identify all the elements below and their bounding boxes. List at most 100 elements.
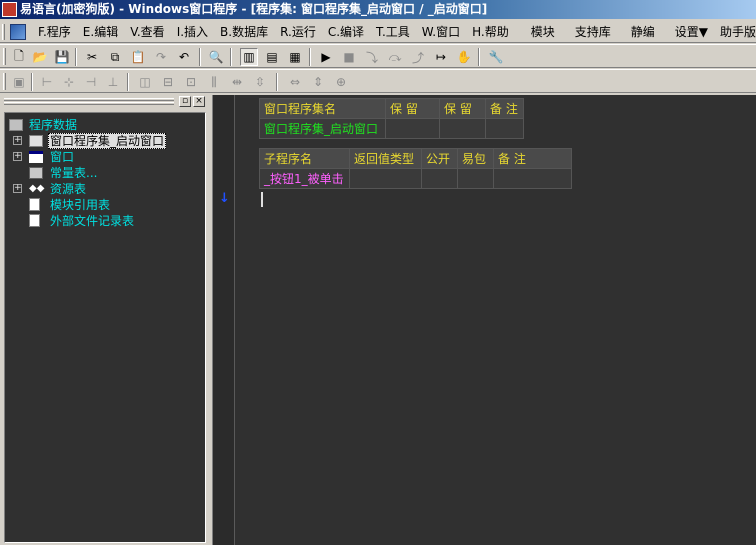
align-right-icon[interactable]: ⊣ xyxy=(82,73,100,91)
space-horizontal-icon[interactable]: ⫼ xyxy=(205,73,223,91)
toolbar-separator xyxy=(276,73,278,91)
program-data-icon xyxy=(9,119,23,131)
paste-icon[interactable]: 📋 xyxy=(129,48,147,66)
menu-view[interactable]: V.查看 xyxy=(124,21,170,42)
pane-drag-handle[interactable] xyxy=(4,102,174,105)
menu-bar: F.程序 E.编辑 V.查看 I.插入 B.数据库 R.运行 C.编译 T.工具… xyxy=(0,21,756,43)
layout-view-1-icon[interactable]: ▥ xyxy=(240,48,258,66)
tree-item-label: 外部文件记录表 xyxy=(50,214,135,228)
header-cell: 窗口程序集名 xyxy=(259,98,386,119)
align-center-icon[interactable]: ⊹ xyxy=(60,73,78,91)
undo-icon[interactable]: ↶ xyxy=(175,48,193,66)
pane-drag-handle[interactable] xyxy=(4,98,174,101)
public-cell[interactable] xyxy=(421,168,458,189)
reserved-cell[interactable] xyxy=(385,118,440,139)
pane-header: ▫ × xyxy=(0,95,208,109)
pane-close-icon[interactable]: × xyxy=(193,96,205,107)
toolbar-grip[interactable] xyxy=(3,48,6,65)
menu-database[interactable]: B.数据库 xyxy=(214,21,274,42)
pane-restore-icon[interactable]: ▫ xyxy=(179,96,191,107)
debug-tool-icon[interactable]: 🔧 xyxy=(487,48,505,66)
same-height-icon[interactable]: ⊟ xyxy=(159,73,177,91)
return-type-cell[interactable] xyxy=(349,168,422,189)
menu-items: F.程序 E.编辑 V.查看 I.插入 B.数据库 R.运行 C.编译 T.工具… xyxy=(32,21,756,42)
header-cell: 子程序名 xyxy=(259,148,350,169)
step-over-icon[interactable]: ⤼ xyxy=(386,48,404,66)
toolbar-grip[interactable] xyxy=(3,73,6,90)
subroutine-name-cell[interactable]: _按钮1_被单击 xyxy=(259,168,350,189)
reserved-cell[interactable] xyxy=(439,118,486,139)
resource-icon: ◆◆ xyxy=(29,183,45,194)
space-vertical-icon[interactable]: ⇳ xyxy=(251,73,269,91)
menu-compile[interactable]: C.编译 xyxy=(322,21,370,42)
run-to-cursor-icon[interactable]: ↦ xyxy=(432,48,450,66)
tree-item-label: 窗口程序集_启动窗口 xyxy=(48,133,167,149)
assembly-table-row[interactable]: 窗口程序集_启动窗口 xyxy=(259,118,524,139)
menu-edit[interactable]: E.编辑 xyxy=(77,21,124,42)
layout-view-2-icon[interactable]: ▤ xyxy=(263,48,281,66)
stop-icon[interactable]: ■ xyxy=(340,48,358,66)
menu-grip[interactable] xyxy=(2,24,5,40)
align-bottom-icon[interactable]: ⊥ xyxy=(104,73,122,91)
new-file-icon[interactable]: 🗋 xyxy=(10,48,28,66)
same-size-icon[interactable]: ⊡ xyxy=(182,73,200,91)
tree-item-label: 常量表... xyxy=(50,166,98,180)
center-both-icon[interactable]: ⊕ xyxy=(332,73,350,91)
editor-gutter[interactable] xyxy=(213,95,235,545)
expand-icon[interactable]: + xyxy=(13,152,22,161)
standard-toolbar: 🗋 📂 💾 ✂ ⧉ 📋 ↷ ↶ 🔍 ▥ ▤ ▦ ▶ ■ ⤵ ⤼ ⤴ ↦ ✋ 🔧 xyxy=(0,44,756,68)
step-out-icon[interactable]: ⤴ xyxy=(409,48,427,66)
menu-assistant[interactable]: 助手版 xyxy=(714,21,756,42)
menu-static-compile[interactable]: 静编 xyxy=(625,21,661,42)
run-icon[interactable]: ▶ xyxy=(317,48,335,66)
hand-icon[interactable]: ✋ xyxy=(455,48,473,66)
menu-insert[interactable]: I.插入 xyxy=(171,21,214,42)
center-horizontal-icon[interactable]: ⇔ xyxy=(286,73,304,91)
menu-settings[interactable]: 设置▼ xyxy=(669,21,714,42)
menu-support-lib[interactable]: 支持库 xyxy=(569,21,617,42)
constant-icon xyxy=(29,167,43,179)
remark-cell[interactable] xyxy=(485,118,524,139)
menu-program[interactable]: F.程序 xyxy=(32,21,77,42)
menu-tools[interactable]: T.工具 xyxy=(370,21,416,42)
space-horz-equal-icon[interactable]: ⇹ xyxy=(228,73,246,91)
cut-icon[interactable]: ✂ xyxy=(83,48,101,66)
external-file-icon xyxy=(29,214,40,227)
text-caret xyxy=(261,192,263,207)
open-folder-icon[interactable]: 📂 xyxy=(31,48,49,66)
copy-icon[interactable]: ⧉ xyxy=(106,48,124,66)
menu-module[interactable]: 模块 xyxy=(525,21,561,42)
header-cell: 返回值类型 xyxy=(349,148,422,169)
expand-icon[interactable]: + xyxy=(13,136,22,145)
find-icon[interactable]: 🔍 xyxy=(207,48,225,66)
assembly-name-cell[interactable]: 窗口程序集_启动窗口 xyxy=(259,118,386,139)
code-editor[interactable]: ↓ 窗口程序集名 保 留 保 留 备 注 窗口程序集_启动窗口 子程序名 返回值… xyxy=(212,95,756,545)
toolbar-separator xyxy=(31,73,33,91)
align-grid-icon[interactable]: ▣ xyxy=(10,73,28,91)
toolbar-separator xyxy=(199,48,201,66)
header-cell: 备 注 xyxy=(485,98,524,119)
align-toolbar: ▣ ⊢ ⊹ ⊣ ⊥ ◫ ⊟ ⊡ ⫼ ⇹ ⇳ ⇔ ⇕ ⊕ xyxy=(0,69,756,93)
menu-run[interactable]: R.运行 xyxy=(274,21,322,42)
same-width-icon[interactable]: ◫ xyxy=(136,73,154,91)
header-cell: 公开 xyxy=(421,148,458,169)
subroutine-table: 子程序名 返回值类型 公开 易包 备 注 _按钮1_被单击 xyxy=(259,148,572,189)
toolbar-separator xyxy=(309,48,311,66)
menu-help[interactable]: H.帮助 xyxy=(466,21,515,42)
header-cell: 保 留 xyxy=(439,98,486,119)
tree-item-label: 窗口 xyxy=(50,150,75,164)
easy-package-cell[interactable] xyxy=(457,168,494,189)
document-menu-icon[interactable] xyxy=(10,24,26,40)
layout-view-3-icon[interactable]: ▦ xyxy=(286,48,304,66)
save-icon[interactable]: 💾 xyxy=(53,48,71,66)
current-line-arrow-icon: ↓ xyxy=(219,191,230,206)
step-in-icon[interactable]: ⤵ xyxy=(363,48,381,66)
subroutine-table-row[interactable]: _按钮1_被单击 xyxy=(259,168,572,189)
menu-window[interactable]: W.窗口 xyxy=(416,21,466,42)
expand-icon[interactable]: + xyxy=(13,184,22,193)
redo-icon[interactable]: ↷ xyxy=(152,48,170,66)
assembly-table-header: 窗口程序集名 保 留 保 留 备 注 xyxy=(259,98,524,119)
remark-cell[interactable] xyxy=(493,168,572,189)
center-vertical-icon[interactable]: ⇕ xyxy=(309,73,327,91)
align-left-icon[interactable]: ⊢ xyxy=(38,73,56,91)
